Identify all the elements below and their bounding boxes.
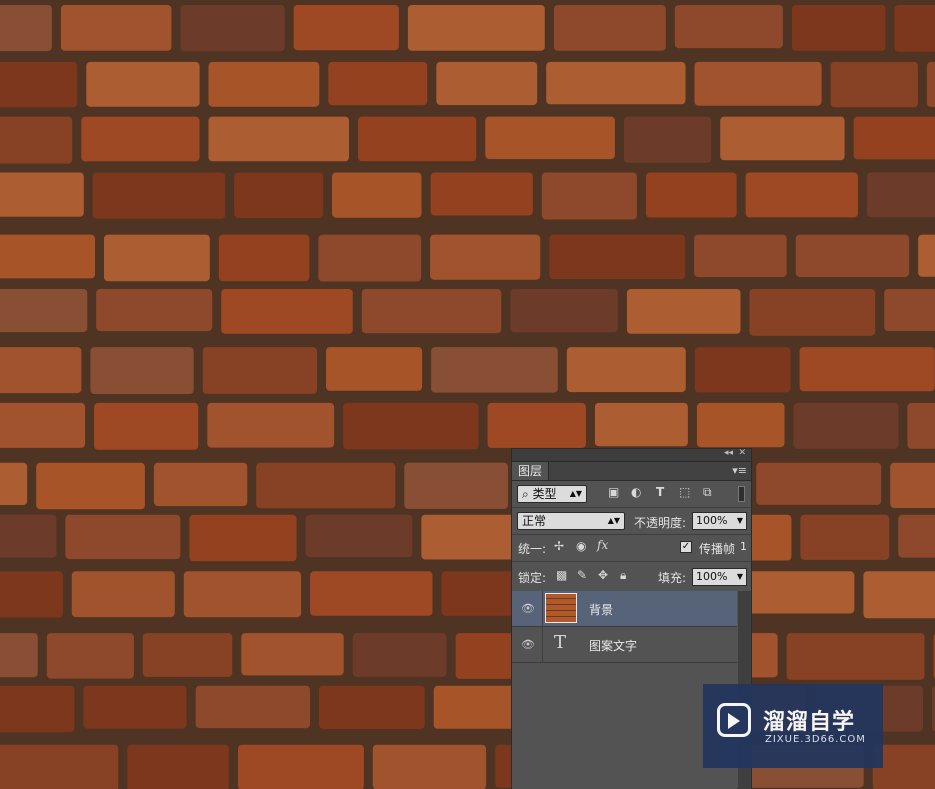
propagate-checkbox[interactable]: ✓ bbox=[680, 541, 692, 553]
unify-label: 统一: bbox=[518, 542, 547, 556]
collapse-icon[interactable]: ◂◂ bbox=[724, 448, 733, 458]
lock-row: 锁定: ▩ ✎ ✥ 🔒︎ 填充: 100% ▼ bbox=[512, 564, 751, 588]
unify-style-icon[interactable]: fx bbox=[597, 538, 608, 552]
layer-name: 图案文字 bbox=[589, 639, 638, 653]
eye-icon: 👁︎ bbox=[521, 602, 535, 615]
unify-row: 统一: ✢ ◉ fx ✓ 传播帧 1 bbox=[512, 537, 751, 559]
fill-input[interactable]: 100% ▼ bbox=[692, 568, 747, 586]
layer-row-background[interactable]: 👁︎ 背景 bbox=[512, 591, 737, 627]
chevron-down-icon: ▲▼ bbox=[607, 516, 620, 525]
panel-tab-row: 图层 ▾≡ bbox=[512, 462, 751, 481]
tab-layers[interactable]: 图层 bbox=[512, 462, 550, 480]
filter-toggle-switch[interactable] bbox=[738, 486, 745, 502]
panel-title-strip: ◂◂ ✕ bbox=[512, 448, 751, 462]
search-icon: ⌕ bbox=[522, 487, 533, 501]
filter-row: ⌕ 类型 ▲▼ ▣ ◐ T ⬚ ⧉ bbox=[512, 482, 751, 508]
blend-row: 正常 ▲▼ 不透明度: 100% ▼ bbox=[512, 509, 751, 533]
panel-menu-icon[interactable]: ▾≡ bbox=[732, 464, 747, 477]
propagate-label: 传播帧 bbox=[699, 542, 736, 556]
separator bbox=[512, 507, 751, 508]
eye-icon: 👁︎ bbox=[521, 638, 535, 651]
layer-thumbnail bbox=[545, 593, 577, 623]
chevron-down-icon: ▲▼ bbox=[569, 489, 582, 498]
blend-mode-value: 正常 bbox=[522, 514, 547, 528]
opacity-label: 不透明度: bbox=[634, 516, 687, 530]
visibility-toggle[interactable]: 👁︎ bbox=[512, 591, 543, 626]
adjustment-filter-icon[interactable]: ◐ bbox=[631, 485, 641, 499]
watermark-url: ZIXUE.3D66.COM bbox=[765, 734, 866, 745]
chevron-down-icon[interactable]: ▼ bbox=[737, 513, 743, 529]
visibility-toggle[interactable]: 👁︎ bbox=[512, 627, 543, 662]
watermark-brand: 溜溜自学 bbox=[763, 710, 856, 735]
frame-number: 1 bbox=[740, 540, 747, 553]
lock-position-move-icon[interactable]: ✥ bbox=[598, 568, 608, 582]
opacity-value: 100% bbox=[696, 514, 728, 527]
play-icon bbox=[728, 713, 740, 729]
lock-image-brush-icon[interactable]: ✎ bbox=[577, 568, 587, 582]
close-icon[interactable]: ✕ bbox=[738, 448, 746, 458]
layer-name: 背景 bbox=[589, 603, 614, 617]
smart-object-filter-icon[interactable]: ⧉ bbox=[703, 485, 712, 500]
chevron-down-icon[interactable]: ▼ bbox=[737, 569, 743, 585]
filter-kind-label: 类型 bbox=[532, 487, 557, 501]
fill-value: 100% bbox=[696, 570, 728, 583]
type-filter-icon[interactable]: T bbox=[656, 485, 664, 499]
shade-overlay bbox=[0, 0, 935, 789]
unify-visibility-icon[interactable]: ◉ bbox=[576, 539, 586, 553]
lock-label: 锁定: bbox=[518, 571, 547, 585]
fill-label: 填充: bbox=[658, 571, 687, 585]
layer-row-text[interactable]: 👁︎ T 图案文字 bbox=[512, 627, 737, 663]
pixel-filter-icon[interactable]: ▣ bbox=[608, 485, 619, 499]
filter-kind-select[interactable]: ⌕ 类型 ▲▼ bbox=[517, 485, 587, 503]
separator bbox=[512, 534, 751, 535]
brick-wall-canvas bbox=[0, 0, 935, 789]
unify-position-icon[interactable]: ✢ bbox=[554, 539, 564, 553]
text-layer-icon: T bbox=[554, 632, 567, 653]
blend-mode-select[interactable]: 正常 ▲▼ bbox=[517, 512, 625, 530]
lock-all-icon[interactable]: 🔒︎ bbox=[620, 568, 626, 583]
shape-filter-icon[interactable]: ⬚ bbox=[679, 485, 690, 499]
watermark: 溜溜自学 ZIXUE.3D66.COM bbox=[703, 684, 883, 768]
opacity-input[interactable]: 100% ▼ bbox=[692, 512, 747, 530]
lock-transparent-icon[interactable]: ▩ bbox=[556, 568, 567, 582]
separator bbox=[512, 561, 751, 562]
